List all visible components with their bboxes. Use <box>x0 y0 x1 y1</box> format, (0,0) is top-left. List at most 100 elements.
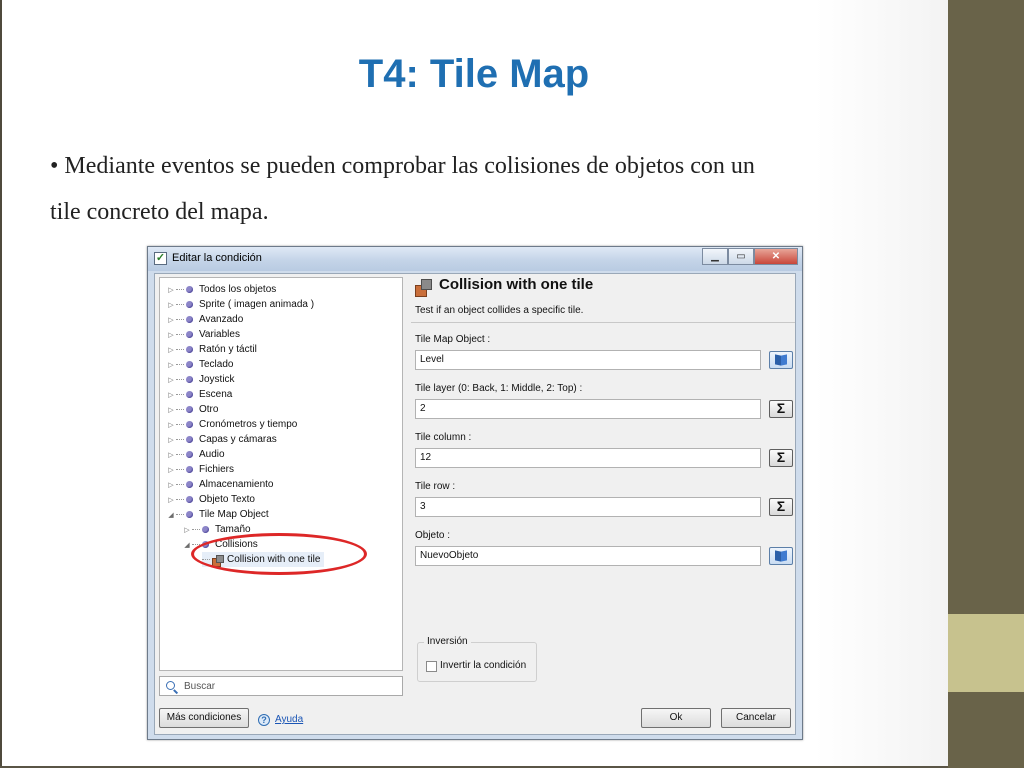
tile-row-input[interactable]: 3 <box>415 497 761 517</box>
category-bullet-icon <box>186 451 193 458</box>
expand-arrow-icon[interactable]: ▷ <box>166 346 176 354</box>
tree-item[interactable]: ▷ Cronómetros y tiempo <box>166 417 297 432</box>
tile-column-input[interactable]: 12 <box>415 448 761 468</box>
tree-item[interactable]: ▷ Avanzado <box>166 312 243 327</box>
book-icon <box>775 355 788 365</box>
condition-description: Test if an object collides a specific ti… <box>415 305 584 316</box>
tile-map-object-label: Tile Map Object : <box>415 334 491 345</box>
tree-connector <box>176 319 184 320</box>
category-bullet-icon <box>186 511 193 518</box>
close-button[interactable]: ✕ <box>754 248 798 265</box>
tree-item[interactable]: ▷ Objeto Texto <box>166 492 255 507</box>
tree-connector <box>176 454 184 455</box>
expression-editor-button[interactable]: Σ <box>769 498 793 516</box>
category-bullet-icon <box>186 331 193 338</box>
edit-condition-dialog: ✓ Editar la condición ▁ ▭ ✕ ▷ Todos los o… <box>147 246 803 740</box>
category-bullet-icon <box>186 316 193 323</box>
tree-item[interactable]: ▷ Ratón y táctil <box>166 342 257 357</box>
expand-arrow-icon[interactable]: ▷ <box>166 376 176 384</box>
tree-connector <box>176 424 184 425</box>
expand-arrow-icon[interactable]: ▷ <box>166 436 176 444</box>
tree-item[interactable]: ▷ Teclado <box>166 357 233 372</box>
invert-checkbox-label[interactable]: Invertir la condición <box>440 660 526 671</box>
collapse-arrow-icon[interactable]: ◢ <box>166 511 176 519</box>
tree-item-label: Capas y cámaras <box>199 434 277 445</box>
expand-arrow-icon[interactable]: ▷ <box>166 496 176 504</box>
expand-arrow-icon[interactable]: ▷ <box>166 406 176 414</box>
tree-item-label: Otro <box>199 404 219 415</box>
expand-arrow-icon[interactable]: ▷ <box>166 451 176 459</box>
object-input[interactable]: NuevoObjeto <box>415 546 761 566</box>
tile-map-object-input[interactable]: Level <box>415 350 761 370</box>
object-picker-button[interactable] <box>769 547 793 565</box>
expand-arrow-icon[interactable]: ▷ <box>166 331 176 339</box>
bullet-line-2: tile concreto del mapa. <box>50 199 269 225</box>
object-picker-button[interactable] <box>769 351 793 369</box>
expand-arrow-icon[interactable]: ▷ <box>166 301 176 309</box>
collapse-arrow-icon[interactable]: ◢ <box>182 541 192 549</box>
dialog-titlebar: ✓ Editar la condición ▁ ▭ ✕ <box>148 247 802 271</box>
tree-item-label: Fichiers <box>199 464 235 475</box>
tree-item[interactable]: ▷ Fichiers <box>166 462 234 477</box>
tree-item[interactable]: ◢ Tile Map Object <box>166 507 268 522</box>
search-field[interactable]: Buscar <box>159 676 403 696</box>
expand-arrow-icon[interactable]: ▷ <box>182 526 192 534</box>
tree-item-label: Sprite ( imagen animada ) <box>199 299 315 310</box>
tree-item[interactable]: ▷ Todos los objetos <box>166 282 276 297</box>
tile-row-label: Tile row : <box>415 481 456 492</box>
expand-arrow-icon[interactable]: ▷ <box>166 481 176 489</box>
expand-arrow-icon[interactable]: ▷ <box>166 391 176 399</box>
inversion-group: Inversión Invertir la condición <box>417 636 537 682</box>
cancel-button[interactable]: Cancelar <box>721 708 791 728</box>
expand-arrow-icon[interactable]: ▷ <box>166 316 176 324</box>
expand-arrow-icon[interactable]: ▷ <box>166 466 176 474</box>
tree-item[interactable]: ▷ Variables <box>166 327 240 342</box>
tree-item[interactable]: ▷ Capas y cámaras <box>166 432 277 447</box>
slide-side-accent <box>948 614 1024 692</box>
object-label: Objeto : <box>415 530 451 541</box>
divider <box>411 322 795 323</box>
dialog-body: ▷ Todos los objetos ▷ Sprite ( imagen anim… <box>154 273 796 735</box>
tree-item-label: Avanzado <box>199 314 244 325</box>
tree-connector <box>176 334 184 335</box>
category-bullet-icon <box>186 436 193 443</box>
condition-tree[interactable]: ▷ Todos los objetos ▷ Sprite ( imagen anim… <box>159 277 403 671</box>
ok-button[interactable]: Ok <box>641 708 711 728</box>
expand-arrow-icon[interactable]: ▷ <box>166 361 176 369</box>
category-bullet-icon <box>186 376 193 383</box>
tree-item[interactable]: ▷ Audio <box>166 447 224 462</box>
highlight-circle <box>191 533 367 575</box>
maximize-button[interactable]: ▭ <box>728 248 754 265</box>
expand-arrow-icon[interactable]: ▷ <box>166 286 176 294</box>
category-bullet-icon <box>186 421 193 428</box>
expression-editor-button[interactable]: Σ <box>769 400 793 418</box>
tree-connector <box>192 529 200 530</box>
tree-connector <box>176 469 184 470</box>
expand-arrow-icon[interactable]: ▷ <box>166 421 176 429</box>
tree-connector <box>176 289 184 290</box>
category-bullet-icon <box>186 361 193 368</box>
category-bullet-icon <box>186 286 193 293</box>
tree-connector <box>176 394 184 395</box>
tree-item[interactable]: ▷ Escena <box>166 387 232 402</box>
tree-item[interactable]: ▷ Joystick <box>166 372 234 387</box>
tile-layer-input[interactable]: 2 <box>415 399 761 419</box>
tree-item[interactable]: ▷ Otro <box>166 402 218 417</box>
category-bullet-icon <box>186 391 193 398</box>
dialog-title: Editar la condición <box>172 252 262 264</box>
tree-item[interactable]: ▷ Sprite ( imagen animada ) <box>166 297 314 312</box>
category-bullet-icon <box>186 481 193 488</box>
tree-item[interactable]: ▷ Almacenamiento <box>166 477 273 492</box>
tree-item-label: Ratón y táctil <box>199 344 257 355</box>
help-link[interactable]: Ayuda <box>275 714 303 725</box>
tree-connector <box>176 514 184 515</box>
inversion-group-label: Inversión <box>424 636 471 647</box>
expression-editor-button[interactable]: Σ <box>769 449 793 467</box>
more-conditions-button[interactable]: Más condiciones <box>159 708 249 728</box>
help-icon[interactable]: ? <box>258 714 270 726</box>
minimize-button[interactable]: ▁ <box>702 248 728 265</box>
invert-checkbox[interactable] <box>426 661 437 672</box>
tree-connector <box>176 484 184 485</box>
tile-layer-label: Tile layer (0: Back, 1: Middle, 2: Top) … <box>415 383 583 394</box>
tree-connector <box>176 379 184 380</box>
